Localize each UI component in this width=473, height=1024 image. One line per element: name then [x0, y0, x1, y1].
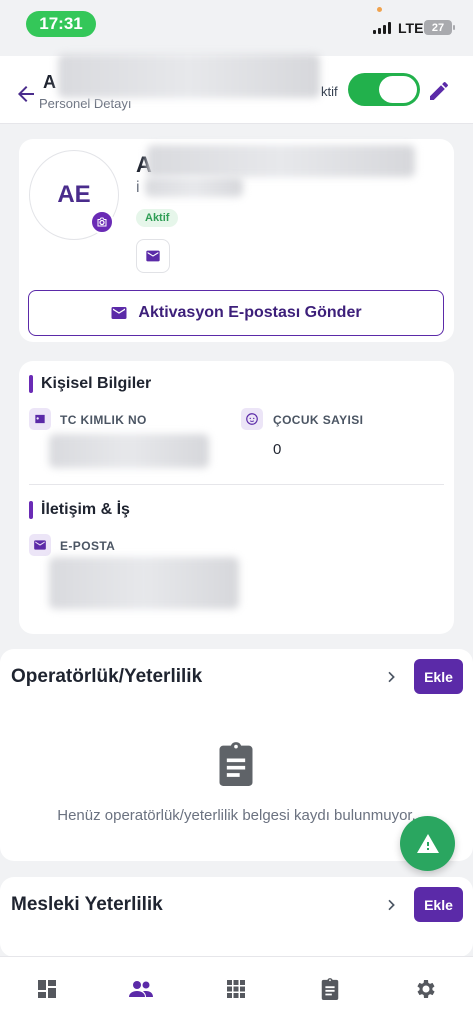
divider [29, 484, 444, 485]
operator-card: Operatörlük/Yeterlilik Ekle Henüz operat… [0, 649, 473, 861]
nav-dashboard[interactable] [33, 975, 61, 1003]
back-arrow-icon[interactable] [14, 82, 38, 106]
status-label: ktif [321, 84, 338, 99]
apps-grid-icon [227, 980, 245, 998]
chevron-right-icon[interactable] [383, 669, 399, 685]
vocational-title: Mesleki Yeterlilik [11, 894, 163, 915]
redacted-name [58, 54, 320, 98]
mail-button[interactable] [136, 239, 170, 273]
tc-label: TC KIMLIK NO [60, 413, 147, 427]
empty-state-message: Henüz operatörlük/yeterlilik belgesi kay… [57, 807, 416, 824]
active-toggle[interactable] [348, 73, 420, 106]
children-label: ÇOCUK SAYISI [273, 413, 364, 427]
nav-people[interactable] [127, 975, 155, 1003]
bottom-nav [0, 956, 473, 1024]
chevron-right-icon[interactable] [383, 897, 399, 913]
edit-icon[interactable] [427, 79, 451, 103]
send-activation-button[interactable]: Aktivasyon E-postası Gönder [28, 290, 444, 336]
add-vocational-button[interactable]: Ekle [414, 887, 463, 922]
warning-fab[interactable] [400, 816, 455, 871]
page-subtitle: Personel Detayı [39, 96, 132, 111]
employee-role: i [136, 179, 140, 196]
mail-icon [111, 307, 127, 319]
people-icon [129, 981, 153, 997]
redacted-email [49, 557, 239, 609]
vocational-card: Mesleki Yeterlilik Ekle [0, 877, 473, 957]
child-face-icon [241, 408, 263, 430]
redacted-role [145, 177, 243, 197]
mail-icon [146, 250, 160, 262]
page-title: A [43, 72, 56, 92]
settings-icon [417, 980, 435, 998]
nav-settings[interactable] [411, 975, 439, 1003]
redacted-tc [49, 434, 209, 468]
section-heading-contact: İletişim & İş [29, 501, 130, 519]
profile-card: AE A i Aktif Aktivasyon E-postası Gönder [19, 139, 454, 342]
battery-icon: 27 [424, 20, 455, 35]
status-bar: 17:31 LTE 27 [0, 0, 473, 50]
children-value: 0 [273, 441, 282, 458]
add-operator-button[interactable]: Ekle [414, 659, 463, 694]
email-label: E-POSTA [60, 539, 116, 553]
signal-icon [373, 22, 391, 34]
clipboard-icon [219, 742, 253, 786]
network-label: LTE [398, 20, 424, 36]
status-badge: Aktif [136, 209, 179, 227]
redacted-fullname [147, 145, 415, 177]
warning-icon [416, 833, 439, 853]
privacy-indicator [377, 7, 382, 12]
nav-tasks[interactable] [316, 975, 344, 1003]
personal-info-card: Kişisel Bilgiler TC KIMLIK NO ÇOCUK SAYI… [19, 361, 454, 634]
dashboard-icon [38, 980, 56, 998]
operator-title: Operatörlük/Yeterlilik [11, 666, 203, 687]
activation-label: Aktivasyon E-postası Gönder [138, 304, 362, 321]
camera-icon[interactable] [90, 210, 114, 234]
id-card-icon [29, 408, 51, 430]
section-heading-personal: Kişisel Bilgiler [29, 375, 151, 393]
status-time: 17:31 [26, 11, 96, 37]
clipboard-icon [321, 978, 339, 1000]
email-icon [29, 534, 51, 556]
nav-apps[interactable] [222, 975, 250, 1003]
